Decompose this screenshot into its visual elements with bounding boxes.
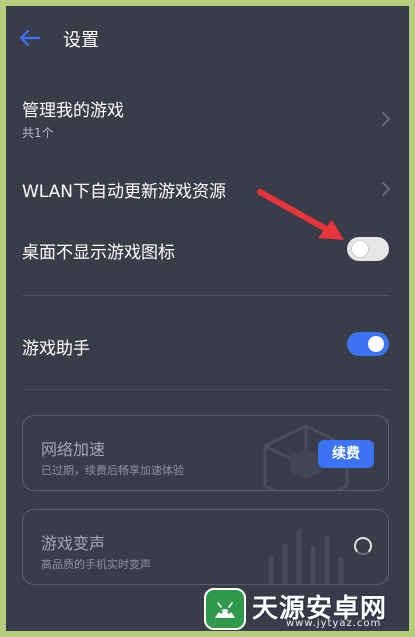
- renew-button[interactable]: 续费: [318, 440, 374, 468]
- voice-changer-subtitle: 高品质的手机实时变声: [41, 558, 151, 571]
- watermark-url: www.jytyaz.com: [286, 618, 382, 629]
- chevron-right-icon: [379, 111, 393, 126]
- hide-desktop-icon-title: 桌面不显示游戏图标: [22, 243, 175, 263]
- top-bar: 设置: [6, 6, 409, 68]
- divider: [22, 295, 389, 296]
- red-arrow-icon: [257, 189, 344, 240]
- game-assistant-title: 游戏助手: [22, 339, 90, 359]
- game-assistant-toggle[interactable]: [347, 332, 389, 356]
- chevron-right-icon: [379, 181, 393, 196]
- sound-wave-decoration-icon: [268, 529, 344, 584]
- loading-spinner-icon: [354, 537, 372, 555]
- network-boost-title: 网络加速: [41, 440, 106, 459]
- toggle-knob: [368, 336, 384, 352]
- settings-screen: 设置 管理我的游戏 共1个 WLAN下自动更新游戏资源 桌面不显示游戏图标 游戏…: [6, 6, 409, 631]
- wlan-update-title: WLAN下自动更新游戏资源: [22, 182, 227, 202]
- android-logo-icon: [204, 588, 246, 630]
- toggle-knob: [352, 241, 368, 257]
- back-arrow-icon[interactable]: [18, 26, 42, 50]
- network-boost-card[interactable]: 网络加速 已过期，续费后畅享加速体验 续费: [22, 415, 389, 491]
- manage-games-count: 共1个: [22, 126, 54, 140]
- network-boost-subtitle: 已过期，续费后畅享加速体验: [41, 464, 184, 477]
- manage-games-title: 管理我的游戏: [22, 101, 124, 121]
- voice-changer-title: 游戏变声: [41, 534, 106, 553]
- voice-changer-card[interactable]: 游戏变声 高品质的手机实时变声: [22, 509, 389, 585]
- watermark: 天源安卓网 www.jytyaz.com: [202, 586, 409, 631]
- divider: [22, 389, 389, 390]
- page-title: 设置: [63, 30, 99, 51]
